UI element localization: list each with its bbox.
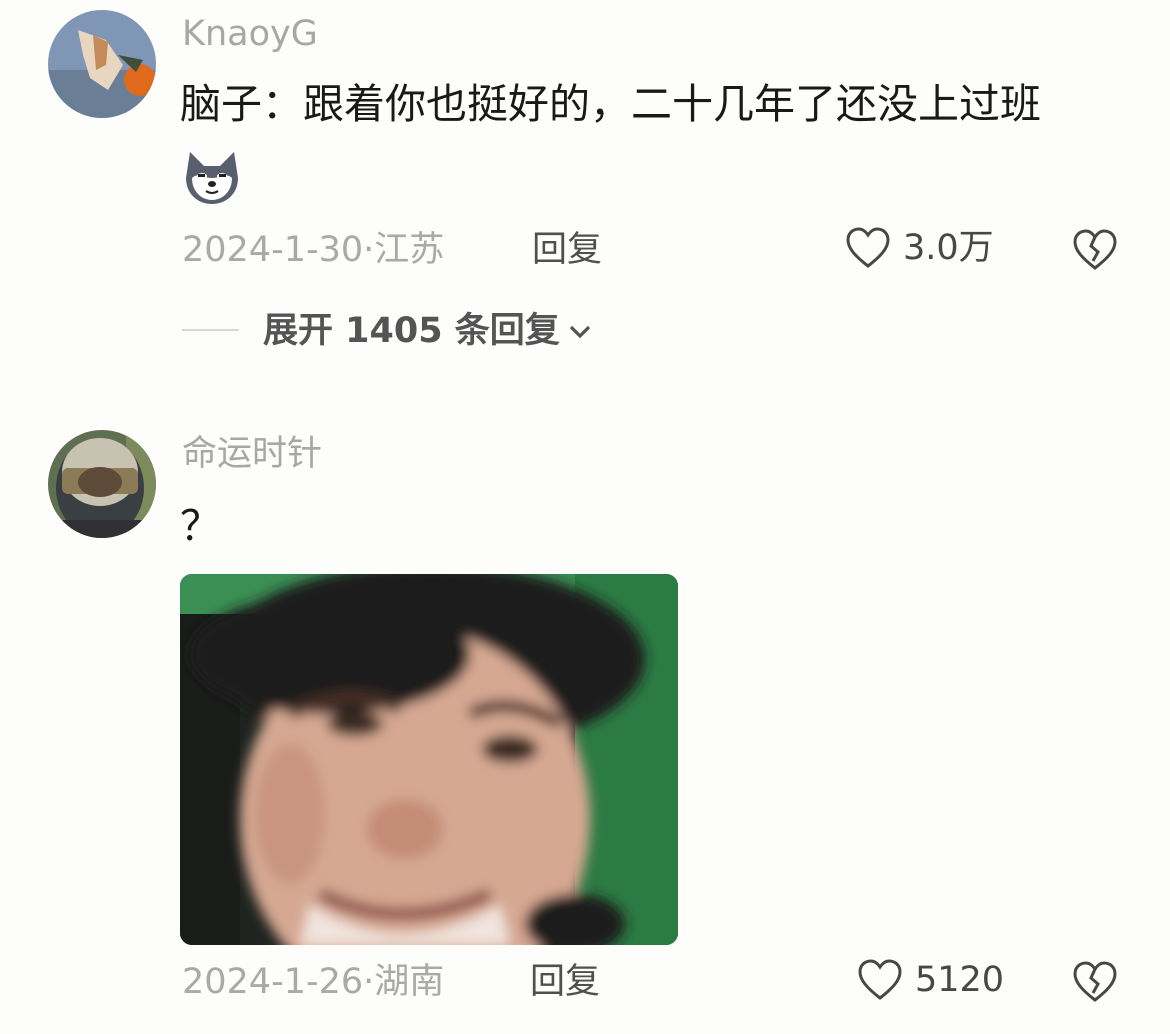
avatar[interactable]: [48, 430, 156, 538]
date-text: 2024-1-30: [182, 230, 364, 270]
separator-dot: ·: [363, 962, 375, 1002]
expand-replies-button[interactable]: 展开 1405 条回复: [263, 314, 592, 349]
like-count: 5120: [915, 959, 1005, 1000]
location-text: 湖南: [374, 962, 445, 1002]
comment-date: 2024-1-30·江苏: [182, 233, 444, 268]
dislike-button[interactable]: [1072, 960, 1118, 1008]
separator-dot: ·: [363, 230, 375, 270]
comment-text: 脑子：跟着你也挺好的，二十几年了还没上过班: [180, 80, 1041, 128]
chevron-down-icon: [569, 325, 590, 338]
divider-line: [182, 329, 239, 331]
reply-button[interactable]: 回复: [532, 233, 602, 268]
like-button[interactable]: 3.0万: [845, 226, 994, 270]
heart-icon: [858, 959, 902, 1000]
dislike-button[interactable]: [1072, 228, 1118, 276]
heart-icon: [846, 227, 890, 268]
expand-replies-label: 展开 1405 条回复: [263, 311, 560, 351]
avatar[interactable]: [48, 10, 156, 118]
like-count: 3.0万: [903, 227, 994, 268]
broken-heart-icon: [1073, 229, 1117, 270]
comment-username[interactable]: KnaoyG: [182, 17, 318, 52]
comment-text: ？: [180, 502, 221, 550]
reply-button[interactable]: 回复: [530, 965, 600, 1000]
location-text: 江苏: [374, 230, 445, 270]
date-text: 2024-1-26: [182, 962, 364, 1002]
broken-heart-icon: [1073, 961, 1117, 1002]
husky-dog-emoji-icon: [182, 148, 242, 210]
comment-username[interactable]: 命运时针: [182, 437, 322, 472]
like-button[interactable]: 5120: [857, 958, 1004, 1002]
comment-image[interactable]: [180, 574, 678, 945]
comment-date: 2024-1-26·湖南: [182, 965, 444, 1000]
